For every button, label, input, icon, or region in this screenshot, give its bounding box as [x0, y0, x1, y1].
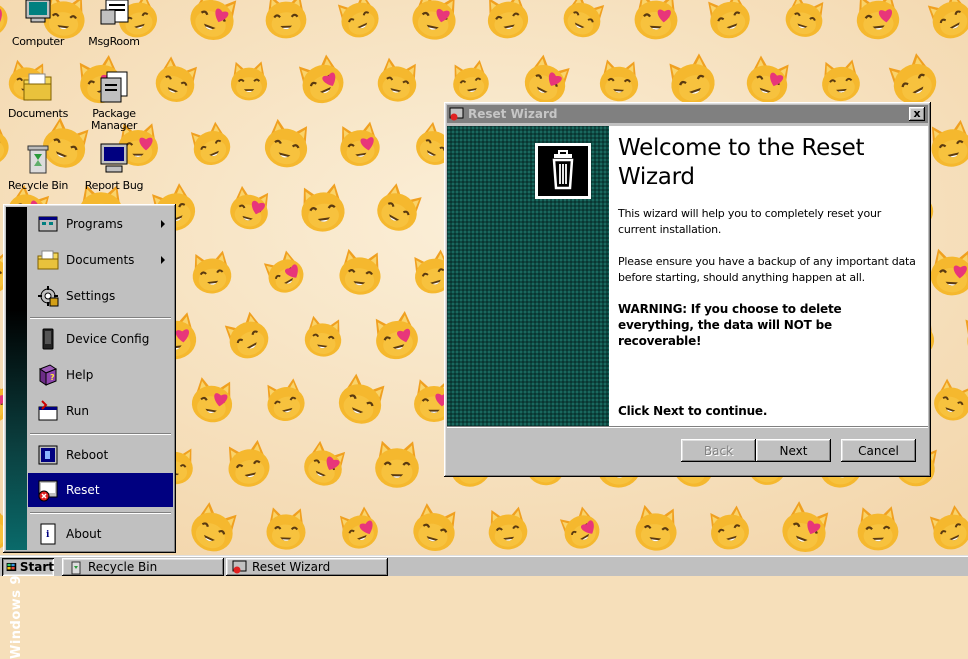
submenu-arrow-icon — [161, 220, 165, 228]
close-icon: x — [913, 107, 921, 120]
start-button[interactable]: Start — [2, 558, 54, 576]
menu-item-label: Run — [66, 404, 90, 418]
computer-icon — [25, 0, 51, 23]
help-book-icon: ? — [38, 364, 58, 386]
menu-separator — [30, 512, 171, 514]
cancel-button-label: Cancel — [858, 443, 899, 458]
back-button-label: Back — [703, 443, 734, 458]
about-icon: i — [40, 523, 56, 545]
desktop-icon-recycle-bin[interactable]: Recycle Bin — [0, 142, 76, 192]
start-menu: Windows 96 Programs Documents Settings D… — [3, 204, 176, 659]
close-button[interactable]: x — [909, 107, 925, 121]
menu-item-label: Reset — [66, 483, 100, 497]
trash-can-icon — [535, 143, 591, 199]
run-icon — [38, 400, 58, 421]
desktop-icon-label: Recycle Bin — [7, 179, 69, 192]
desktop-icon-label: Report Bug — [84, 179, 144, 192]
menu-item-label: Device Config — [66, 332, 150, 346]
settings-icon — [38, 286, 59, 307]
desktop-icon-label: Package Manager — [90, 107, 138, 132]
device-config-icon — [42, 328, 54, 350]
start-menu-banner-text: Windows 96 — [9, 565, 24, 659]
programs-icon — [38, 216, 58, 232]
svg-text:i: i — [46, 530, 50, 540]
wizard-heading: Welcome to the Reset Wizard — [618, 135, 865, 190]
start-menu-item-run[interactable]: Run — [28, 394, 173, 428]
menu-separator — [30, 317, 171, 319]
wizard-backup-text: Please ensure you have a backup of any i… — [618, 255, 916, 284]
menu-item-label: Documents — [66, 253, 135, 267]
reset-wizard-icon — [449, 107, 464, 121]
start-menu-item-about[interactable]: i About — [28, 517, 173, 551]
desktop-icon-msgroom[interactable]: MsgRoom — [76, 0, 152, 48]
desktop-icon-computer[interactable]: Computer — [0, 0, 76, 48]
desktop-icon-label: MsgRoom — [88, 35, 140, 48]
start-label: Start — [19, 560, 54, 574]
reboot-icon — [38, 445, 58, 465]
desktop-icon-label: Documents — [7, 107, 69, 120]
taskbar-item-recycle-bin[interactable]: Recycle Bin — [62, 558, 224, 576]
desktop-icon-report-bug[interactable]: Report Bug — [76, 142, 152, 192]
report-bug-icon — [100, 143, 128, 173]
desktop-icon-documents[interactable]: Documents — [0, 70, 76, 120]
menu-item-label: Help — [66, 368, 94, 382]
wizard-divider — [447, 426, 928, 428]
back-button[interactable]: Back — [681, 439, 756, 462]
submenu-arrow-icon — [161, 256, 165, 264]
menu-item-label: About — [66, 527, 102, 541]
msgroom-icon — [100, 0, 129, 25]
reset-wizard-icon — [232, 560, 247, 574]
package-manager-icon — [100, 71, 128, 103]
next-button-label: Next — [779, 443, 808, 458]
recycle-bin-icon — [27, 145, 49, 174]
wizard-side-panel — [447, 126, 609, 426]
start-menu-item-reset[interactable]: Reset — [28, 473, 173, 507]
wizard-content: Welcome to the Reset Wizard This wizard … — [609, 126, 928, 426]
window-title: Reset Wizard — [468, 107, 558, 121]
documents-icon — [37, 250, 59, 270]
desktop-icon-label: Computer — [11, 35, 65, 48]
next-button[interactable]: Next — [756, 439, 831, 462]
start-menu-item-settings[interactable]: Settings — [28, 279, 173, 313]
start-menu-item-documents[interactable]: Documents — [28, 243, 173, 277]
start-menu-banner: Windows 96 — [6, 207, 27, 659]
taskbar-item-reset-wizard[interactable]: Reset Wizard — [226, 558, 388, 576]
taskbar: Start Recycle Bin Reset Wizard — [0, 555, 968, 576]
recycle-bin-icon — [71, 561, 81, 575]
start-menu-item-reboot[interactable]: Reboot — [28, 438, 173, 472]
documents-folder-icon — [23, 73, 52, 101]
windows-logo-icon — [6, 562, 17, 572]
menu-item-label: Settings — [66, 289, 116, 303]
reset-icon — [38, 480, 58, 502]
wizard-warning-text: WARNING: If you choose to delete everyth… — [618, 302, 842, 348]
menu-separator — [30, 433, 171, 435]
desktop-icon-package-manager[interactable]: Package Manager — [76, 70, 152, 132]
start-menu-item-help[interactable]: ? Help — [28, 358, 173, 392]
menu-item-label: Programs — [66, 217, 123, 231]
taskbar-item-label: Recycle Bin — [88, 560, 158, 574]
svg-text:?: ? — [50, 373, 55, 382]
reset-wizard-window: Reset Wizard x Welcome to the Reset Wiza… — [444, 102, 931, 477]
menu-item-label: Reboot — [66, 448, 109, 462]
window-titlebar[interactable]: Reset Wizard x — [447, 105, 928, 123]
start-menu-item-programs[interactable]: Programs — [28, 207, 173, 241]
wizard-continue-text: Click Next to continue. — [618, 404, 768, 418]
wizard-intro-text: This wizard will help you to completely … — [618, 207, 882, 236]
cancel-button[interactable]: Cancel — [841, 439, 916, 462]
taskbar-item-label: Reset Wizard — [252, 560, 331, 574]
start-menu-item-device-config[interactable]: Device Config — [28, 322, 173, 356]
